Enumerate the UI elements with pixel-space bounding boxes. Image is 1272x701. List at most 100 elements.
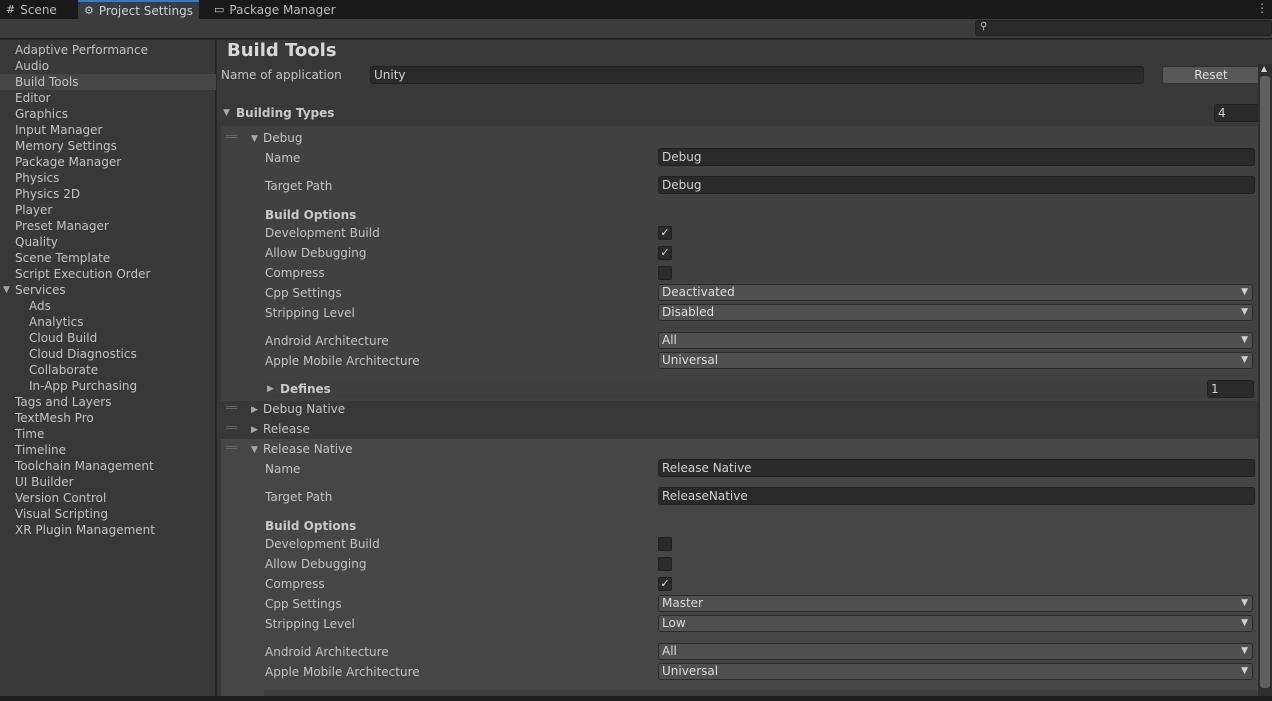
sidebar-item-toolchain-management[interactable]: Toolchain Management xyxy=(0,458,216,474)
debug-apple-mobile-architecture-label: Apple Mobile Architecture xyxy=(265,354,420,368)
sidebar-item-script-execution-order[interactable]: Script Execution Order xyxy=(0,266,216,282)
debug-stripping-level-dropdown[interactable]: Disabled ▼ xyxy=(658,304,1253,321)
defines-foldout-icon[interactable]: ▶ xyxy=(267,384,274,394)
app-name-label: Name of application xyxy=(221,68,342,82)
debug-cpp-settings-dropdown[interactable]: Deactivated ▼ xyxy=(658,284,1253,301)
debug-name-field[interactable]: Debug xyxy=(658,148,1255,166)
release-native-target-path-label: Target Path xyxy=(265,490,333,504)
sidebar-item-visual-scripting[interactable]: Visual Scripting xyxy=(0,506,216,522)
sidebar-item-input-manager[interactable]: Input Manager xyxy=(0,122,216,138)
expanded-triangle-icon[interactable]: ▼ xyxy=(3,282,10,298)
gear-icon: ⚙ xyxy=(84,4,94,17)
tab-project-settings[interactable]: ⚙ Project Settings xyxy=(78,0,199,19)
dropdown-value: Universal xyxy=(662,664,719,678)
release-native-cpp-settings-label: Cpp Settings xyxy=(265,597,342,611)
search-input[interactable]: ⚲ xyxy=(975,20,1272,36)
release-native-development-build-checkbox[interactable] xyxy=(658,537,672,551)
sidebar-item-ads[interactable]: Ads xyxy=(0,298,216,314)
dropdown-value: All xyxy=(662,333,677,347)
release-native-target-path-field[interactable]: ReleaseNative xyxy=(658,487,1255,505)
debug-native-foldout-icon[interactable]: ▶ xyxy=(251,405,258,415)
package-icon: ▭ xyxy=(214,3,225,16)
sidebar-item-preset-manager[interactable]: Preset Manager xyxy=(0,218,216,234)
reset-button[interactable]: Reset xyxy=(1162,66,1260,84)
debug-defines-header[interactable] xyxy=(264,380,1259,398)
debug-apple-mobile-architecture-dropdown[interactable]: Universal ▼ xyxy=(658,352,1253,369)
sidebar-item-quality[interactable]: Quality xyxy=(0,234,216,250)
sidebar-item-analytics[interactable]: Analytics xyxy=(0,314,216,330)
sidebar-item-services[interactable]: ▼ Services xyxy=(0,282,216,298)
building-types-label: Building Types xyxy=(236,106,335,120)
building-types-count-field[interactable]: 4 xyxy=(1214,104,1260,122)
sidebar-item-collaborate[interactable]: Collaborate xyxy=(0,362,216,378)
tab-label: Project Settings xyxy=(98,3,193,18)
release-foldout-icon[interactable]: ▶ xyxy=(251,425,258,435)
sidebar-item-cloud-build[interactable]: Cloud Build xyxy=(0,330,216,346)
settings-main-panel: Build Tools Name of application Unity Re… xyxy=(217,40,1272,701)
sidebar-item-physics-2d[interactable]: Physics 2D xyxy=(0,186,216,202)
sidebar-item-player[interactable]: Player xyxy=(0,202,216,218)
sidebar-item-adaptive-performance[interactable]: Adaptive Performance xyxy=(0,42,216,58)
sidebar-item-tags-and-layers[interactable]: Tags and Layers xyxy=(0,394,216,410)
sidebar-item-xr-plugin-management[interactable]: XR Plugin Management xyxy=(0,522,216,538)
scrollbar-thumb[interactable] xyxy=(1260,76,1270,688)
debug-target-path-field[interactable]: Debug xyxy=(658,176,1255,194)
debug-cpp-settings-label: Cpp Settings xyxy=(265,286,342,300)
sidebar-item-cloud-diagnostics[interactable]: Cloud Diagnostics xyxy=(0,346,216,362)
release-native-stripping-level-label: Stripping Level xyxy=(265,617,355,631)
drag-handle-icon[interactable]: ══ xyxy=(226,423,237,434)
sidebar-item-audio[interactable]: Audio xyxy=(0,58,216,74)
release-native-android-architecture-dropdown[interactable]: All ▼ xyxy=(658,643,1253,660)
window-bottom-edge xyxy=(0,696,1272,701)
dropdown-arrow-icon: ▼ xyxy=(1241,646,1248,656)
sidebar-item-ui-builder[interactable]: UI Builder xyxy=(0,474,216,490)
sidebar-item-version-control[interactable]: Version Control xyxy=(0,490,216,506)
debug-foldout-icon[interactable]: ▼ xyxy=(251,134,258,144)
release-native-name-field[interactable]: Release Native xyxy=(658,459,1255,477)
release-native-development-build-label: Development Build xyxy=(265,537,380,551)
release-native-allow-debugging-checkbox[interactable] xyxy=(658,557,672,571)
debug-defines-count-field[interactable]: 1 xyxy=(1207,380,1254,398)
dropdown-value: Low xyxy=(662,616,686,630)
debug-development-build-checkbox[interactable]: ✓ xyxy=(658,226,672,240)
more-menu-icon[interactable]: ⋮ xyxy=(1256,1,1268,15)
debug-allow-debugging-checkbox[interactable]: ✓ xyxy=(658,246,672,260)
drag-handle-icon[interactable]: ══ xyxy=(226,132,237,143)
debug-compress-checkbox[interactable] xyxy=(658,266,672,280)
debug-android-architecture-label: Android Architecture xyxy=(265,334,389,348)
drag-handle-icon[interactable]: ══ xyxy=(226,403,237,414)
release-native-element-background xyxy=(221,439,1259,701)
tab-scene[interactable]: # Scene xyxy=(0,0,63,19)
release-native-name-label: Name xyxy=(265,462,301,476)
debug-native-header: Debug Native xyxy=(263,402,346,416)
sidebar-item-package-manager[interactable]: Package Manager xyxy=(0,154,216,170)
sidebar-item-textmesh-pro[interactable]: TextMesh Pro xyxy=(0,410,216,426)
building-types-foldout-icon[interactable]: ▼ xyxy=(223,108,230,118)
sidebar-item-build-tools[interactable]: Build Tools xyxy=(0,74,216,90)
toolbar: ⚲ xyxy=(0,19,1272,39)
drag-handle-icon[interactable]: ══ xyxy=(226,443,237,454)
sidebar-item-in-app-purchasing[interactable]: In-App Purchasing xyxy=(0,378,216,394)
debug-android-architecture-dropdown[interactable]: All ▼ xyxy=(658,332,1253,349)
settings-sidebar: Adaptive Performance Audio Build Tools E… xyxy=(0,40,216,701)
sidebar-item-memory-settings[interactable]: Memory Settings xyxy=(0,138,216,154)
sidebar-item-editor[interactable]: Editor xyxy=(0,90,216,106)
vertical-scrollbar[interactable]: ▲ xyxy=(1258,64,1272,701)
release-native-compress-checkbox[interactable]: ✓ xyxy=(658,577,672,591)
release-native-apple-mobile-architecture-dropdown[interactable]: Universal ▼ xyxy=(658,663,1253,680)
tab-package-manager[interactable]: ▭ Package Manager xyxy=(208,0,342,19)
release-native-build-options-label: Build Options xyxy=(265,519,357,533)
scroll-up-arrow-icon[interactable]: ▲ xyxy=(1261,64,1267,73)
release-native-stripping-level-dropdown[interactable]: Low ▼ xyxy=(658,615,1253,632)
sidebar-item-timeline[interactable]: Timeline xyxy=(0,442,216,458)
sidebar-item-physics[interactable]: Physics xyxy=(0,170,216,186)
sidebar-item-time[interactable]: Time xyxy=(0,426,216,442)
release-native-header: Release Native xyxy=(263,442,353,456)
dropdown-value: Master xyxy=(662,596,703,610)
dropdown-arrow-icon: ▼ xyxy=(1241,618,1248,628)
release-native-cpp-settings-dropdown[interactable]: Master ▼ xyxy=(658,595,1253,612)
sidebar-item-graphics[interactable]: Graphics xyxy=(0,106,216,122)
app-name-field[interactable]: Unity xyxy=(370,66,1144,84)
sidebar-item-scene-template[interactable]: Scene Template xyxy=(0,250,216,266)
release-native-foldout-icon[interactable]: ▼ xyxy=(251,445,258,455)
